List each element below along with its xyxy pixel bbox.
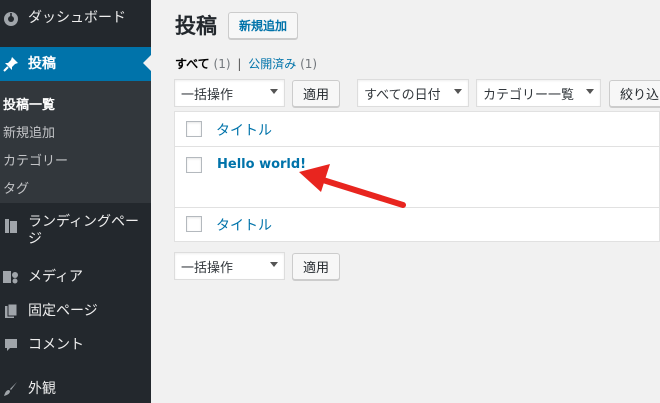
menu-label: 外観	[28, 380, 56, 397]
date-filter-value: すべての日付	[364, 87, 441, 103]
filter-button[interactable]: 絞り込	[609, 80, 660, 107]
page-icon	[0, 301, 22, 321]
date-filter-select[interactable]: すべての日付	[357, 79, 469, 107]
bulk-action-select-top[interactable]: 一括操作	[174, 79, 285, 107]
submenu-categories[interactable]: カテゴリー	[3, 150, 68, 169]
page-title: 投稿	[175, 14, 217, 38]
dropdown-arrow-icon	[270, 262, 278, 267]
media-icon	[0, 267, 22, 287]
menu-item-appearance[interactable]: 外観	[0, 372, 151, 403]
bulk-action-value: 一括操作	[181, 87, 234, 103]
row-checkbox[interactable]	[186, 157, 202, 173]
dropdown-arrow-icon	[586, 89, 594, 94]
pin-icon	[0, 54, 22, 74]
column-title-header[interactable]: タイトル	[216, 120, 272, 140]
dropdown-arrow-icon	[270, 89, 278, 94]
menu-label: ダッシュボード	[28, 9, 126, 26]
select-all-checkbox-footer[interactable]	[186, 216, 202, 232]
menu-item-pages[interactable]: 固定ページ	[0, 294, 151, 328]
dashboard-icon	[0, 8, 22, 28]
admin-sidebar: ダッシュボード 投稿 投稿一覧 新規追加 カテゴリー タグ ランディングページ …	[0, 0, 151, 403]
apply-button-bottom[interactable]: 適用	[292, 253, 340, 280]
menu-label: ランディングページ	[28, 214, 140, 247]
menu-label: 投稿	[28, 55, 56, 72]
bulk-action-value: 一括操作	[181, 260, 234, 276]
filter-published[interactable]: 公開済み	[248, 57, 296, 71]
category-filter-select[interactable]: カテゴリー一覧	[476, 79, 601, 107]
menu-item-dashboard[interactable]: ダッシュボード	[0, 1, 151, 35]
apply-button-top[interactable]: 適用	[292, 80, 340, 107]
menu-label: メディア	[28, 268, 84, 285]
comment-icon	[0, 335, 22, 355]
annotation-arrow-icon	[299, 164, 406, 208]
post-title-link[interactable]: Hello world!	[217, 157, 306, 172]
menu-item-landing-pages[interactable]: ランディングページ	[0, 212, 151, 256]
submenu-all-posts[interactable]: 投稿一覧	[3, 94, 55, 113]
submenu-add-new[interactable]: 新規追加	[3, 122, 55, 141]
filter-separator: |	[237, 57, 242, 71]
menu-item-posts[interactable]: 投稿	[0, 47, 151, 81]
bulk-action-select-bottom[interactable]: 一括操作	[174, 252, 285, 280]
select-all-checkbox[interactable]	[186, 121, 202, 137]
filter-all-count: (1)	[213, 57, 231, 71]
menu-item-comments[interactable]: コメント	[0, 328, 151, 362]
add-new-button[interactable]: 新規追加	[228, 12, 298, 39]
posts-submenu: 投稿一覧 新規追加 カテゴリー タグ	[0, 81, 151, 203]
brush-icon	[0, 379, 22, 399]
filter-published-count: (1)	[300, 57, 318, 71]
status-filters: すべて (1) | 公開済み (1)	[175, 55, 317, 72]
filter-all[interactable]: すべて	[175, 57, 210, 71]
landing-icon	[0, 216, 22, 236]
table-footer-divider	[174, 207, 660, 208]
column-title-footer[interactable]: タイトル	[216, 215, 272, 235]
category-filter-value: カテゴリー一覧	[483, 87, 575, 103]
menu-label: 固定ページ	[28, 302, 98, 319]
menu-item-media[interactable]: メディア	[0, 260, 151, 294]
dropdown-arrow-icon	[454, 89, 462, 94]
submenu-tags[interactable]: タグ	[3, 178, 29, 197]
active-indicator	[143, 55, 151, 71]
menu-label: コメント	[28, 336, 84, 353]
table-header-divider	[174, 146, 660, 147]
